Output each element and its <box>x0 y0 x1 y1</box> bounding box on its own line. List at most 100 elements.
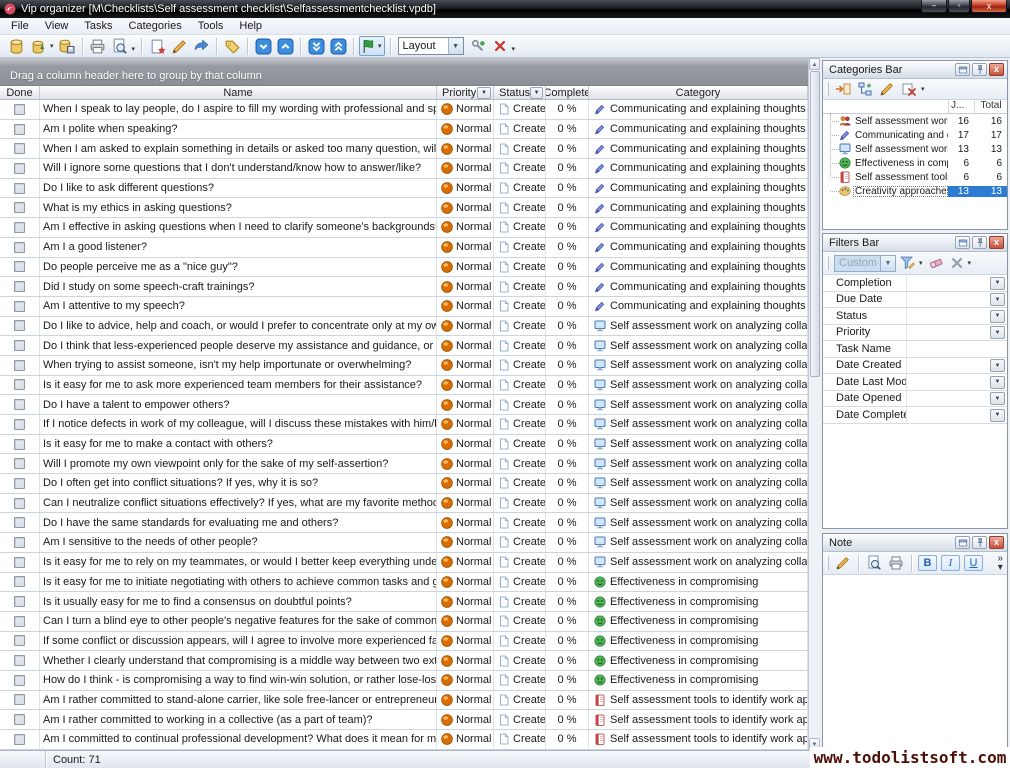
menu-file[interactable]: File <box>3 18 37 34</box>
filter-flag-dropdown[interactable]: ▾ <box>378 42 382 50</box>
task-row[interactable]: If I notice defects in work of my collea… <box>0 415 808 435</box>
filter-flag-button[interactable]: ▾ <box>359 36 385 56</box>
task-done-checkbox[interactable] <box>14 675 25 686</box>
minimize-button[interactable]: – <box>921 0 947 13</box>
task-row[interactable]: Am I attentive to my speech? Normal Crea… <box>0 297 808 317</box>
task-done-checkbox[interactable] <box>14 242 25 253</box>
new-subcategory-button[interactable] <box>857 81 873 97</box>
filter-preset-arrow[interactable]: ▼ <box>880 256 895 271</box>
task-row[interactable]: When trying to assist someone, isn't my … <box>0 356 808 376</box>
column-header-done[interactable]: Done <box>0 86 40 100</box>
delete-layout-button[interactable] <box>490 36 510 56</box>
note-print-button[interactable] <box>888 555 904 571</box>
menu-categories[interactable]: Categories <box>121 18 190 34</box>
task-done-checkbox[interactable] <box>14 478 25 489</box>
categories-restore-button[interactable] <box>955 63 970 76</box>
category-tree-item[interactable]: Self assessment tools to 6 6 <box>823 170 1007 184</box>
task-row[interactable]: Do I like to ask different questions? No… <box>0 179 808 199</box>
open-database-button[interactable] <box>28 36 48 56</box>
task-done-checkbox[interactable] <box>14 360 25 371</box>
print-dropdown[interactable]: ▾ <box>132 45 136 53</box>
menu-help[interactable]: Help <box>231 18 270 34</box>
task-row[interactable]: Am I a good listener? Normal Created 0 %… <box>0 238 808 258</box>
filter-field-row[interactable]: Date Opened ▼ <box>823 391 1007 408</box>
layout-combobox[interactable]: Layout ▼ <box>398 37 464 55</box>
filters-close-button[interactable]: x <box>989 236 1004 249</box>
task-row[interactable]: When I am asked to explain something in … <box>0 139 808 159</box>
task-done-checkbox[interactable] <box>14 399 25 410</box>
task-done-checkbox[interactable] <box>14 458 25 469</box>
filter-field-dropdown[interactable]: ▼ <box>990 376 1005 389</box>
task-row[interactable]: Do I like to advice, help and coach, or … <box>0 317 808 337</box>
filter-field-row[interactable]: Date Last Modified ▼ <box>823 374 1007 391</box>
edit-category-button[interactable] <box>879 81 895 97</box>
delete-filter-button[interactable] <box>950 256 964 270</box>
new-task-button[interactable] <box>147 36 167 56</box>
filter-dropdown[interactable]: ▾ <box>919 259 923 267</box>
edit-note-button[interactable] <box>835 555 851 571</box>
task-done-checkbox[interactable] <box>14 655 25 666</box>
filter-field-dropdown[interactable]: ▼ <box>990 359 1005 372</box>
edit-layout-button[interactable] <box>468 36 488 56</box>
note-pin-button[interactable] <box>972 536 987 549</box>
toolbar-overflow-button[interactable]: »▾ <box>997 554 1003 572</box>
filter-field-dropdown[interactable]: ▼ <box>990 409 1005 422</box>
bold-button[interactable]: B <box>918 555 937 571</box>
task-row[interactable]: Do I have a talent to empower others? No… <box>0 395 808 415</box>
task-done-checkbox[interactable] <box>14 143 25 154</box>
filter-field-row[interactable]: Date Created ▼ <box>823 358 1007 375</box>
task-done-checkbox[interactable] <box>14 694 25 705</box>
column-header-priority[interactable]: Priority ▼ <box>437 86 494 100</box>
scrollbar-thumb[interactable] <box>810 71 820 377</box>
status-filter-button[interactable]: ▼ <box>530 87 543 99</box>
close-button[interactable]: x <box>971 0 1007 13</box>
filter-field-row[interactable]: Completion ▼ <box>823 275 1007 292</box>
filter-field-dropdown[interactable]: ▼ <box>990 293 1005 306</box>
column-header-category[interactable]: Category <box>589 86 808 100</box>
filter-field-dropdown[interactable]: ▼ <box>990 277 1005 290</box>
priority-filter-button[interactable]: ▼ <box>477 87 491 99</box>
go-to-button[interactable] <box>191 36 211 56</box>
task-row[interactable]: Am I rather committed to stand-alone car… <box>0 691 808 711</box>
menu-tasks[interactable]: Tasks <box>76 18 120 34</box>
task-done-checkbox[interactable] <box>14 320 25 331</box>
task-row[interactable]: Is it easy for me to initiate negotiatin… <box>0 573 808 593</box>
task-done-checkbox[interactable] <box>14 281 25 292</box>
task-row[interactable]: Am I sensitive to the needs of other peo… <box>0 533 808 553</box>
scroll-up-button[interactable]: ▲ <box>809 58 820 70</box>
task-row[interactable]: Is it easy for me to rely on my teammate… <box>0 553 808 573</box>
task-done-checkbox[interactable] <box>14 616 25 627</box>
note-close-button[interactable]: x <box>989 536 1004 549</box>
delete-category-button[interactable] <box>901 81 917 97</box>
task-done-checkbox[interactable] <box>14 537 25 548</box>
task-done-checkbox[interactable] <box>14 517 25 528</box>
task-row[interactable]: How do I think - is compromising a way t… <box>0 671 808 691</box>
filter-field-row[interactable]: Priority ▼ <box>823 325 1007 342</box>
task-done-checkbox[interactable] <box>14 734 25 745</box>
task-row[interactable]: Is it easy for me to make a contact with… <box>0 435 808 455</box>
layout-dropdown[interactable]: ▾ <box>512 45 516 53</box>
move-down-button[interactable] <box>253 36 273 56</box>
filters-pin-button[interactable] <box>972 236 987 249</box>
task-done-checkbox[interactable] <box>14 183 25 194</box>
clear-filter-button[interactable] <box>928 255 944 271</box>
task-row[interactable]: When I speak to lay people, do I aspire … <box>0 100 808 120</box>
task-done-checkbox[interactable] <box>14 596 25 607</box>
tree-column-j[interactable]: J... <box>948 100 974 113</box>
italic-button[interactable]: I <box>941 555 960 571</box>
task-done-checkbox[interactable] <box>14 301 25 312</box>
print-button[interactable] <box>88 36 108 56</box>
task-done-checkbox[interactable] <box>14 419 25 430</box>
new-category-button[interactable] <box>835 81 851 97</box>
task-row[interactable]: Am I rather committed to working in a co… <box>0 710 808 730</box>
underline-button[interactable]: U <box>964 555 983 571</box>
task-row[interactable]: Do people perceive me as a "nice guy"? N… <box>0 258 808 278</box>
column-header-status[interactable]: Status ▼ <box>494 86 546 100</box>
categories-pin-button[interactable] <box>972 63 987 76</box>
menu-view[interactable]: View <box>37 18 77 34</box>
category-tree-item[interactable]: Effectiveness in compro 6 6 <box>823 156 1007 170</box>
task-row[interactable]: What is my ethics in asking questions? N… <box>0 198 808 218</box>
move-up-button[interactable] <box>275 36 295 56</box>
layout-combobox-arrow[interactable]: ▼ <box>448 38 463 54</box>
task-row[interactable]: Do I think that less-experienced people … <box>0 336 808 356</box>
